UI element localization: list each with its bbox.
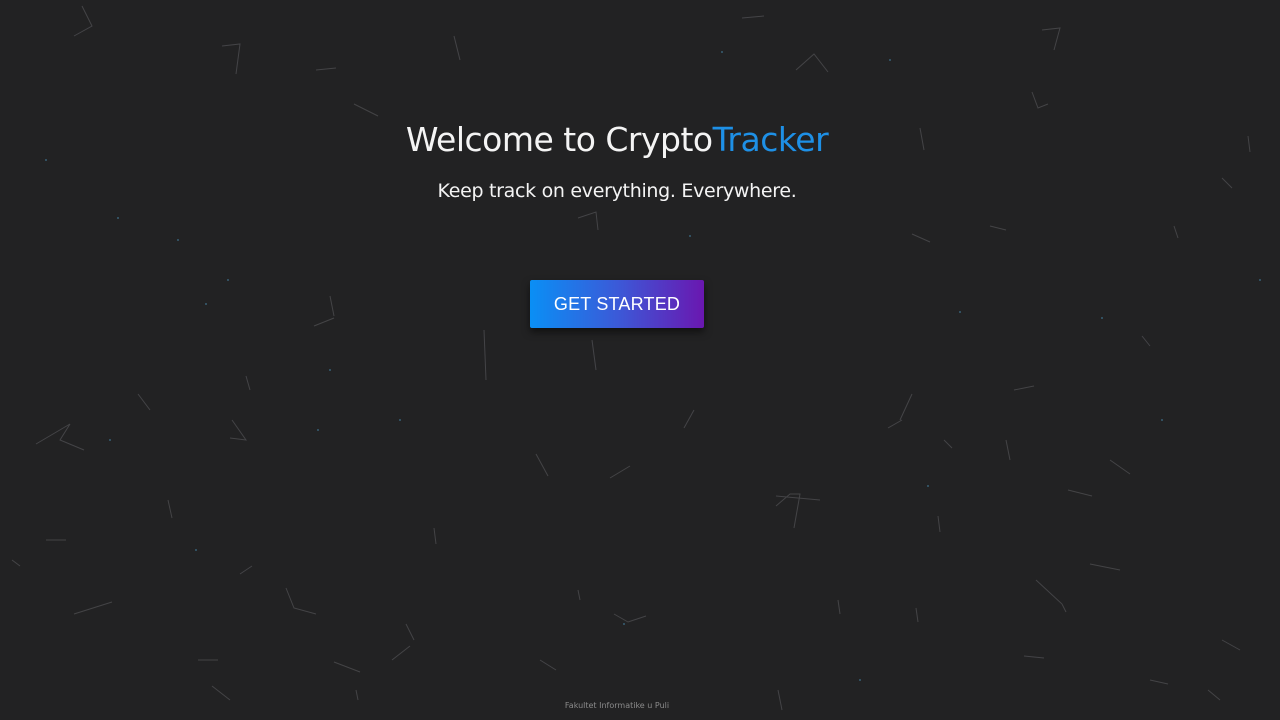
hero-title-accent: Tracker: [712, 120, 829, 159]
get-started-button[interactable]: GET STARTED: [530, 280, 704, 328]
landing-page: Welcome to CryptoTracker Keep track on e…: [0, 0, 1280, 720]
hero-title: Welcome to CryptoTracker: [0, 120, 1234, 159]
hero-subtitle: Keep track on everything. Everywhere.: [437, 180, 797, 202]
hero-title-prefix: Welcome to Crypto: [405, 120, 713, 159]
footer-credit: Fakultet Informatike u Puli: [564, 701, 670, 710]
particle-network-background: [11, 5, 1261, 711]
